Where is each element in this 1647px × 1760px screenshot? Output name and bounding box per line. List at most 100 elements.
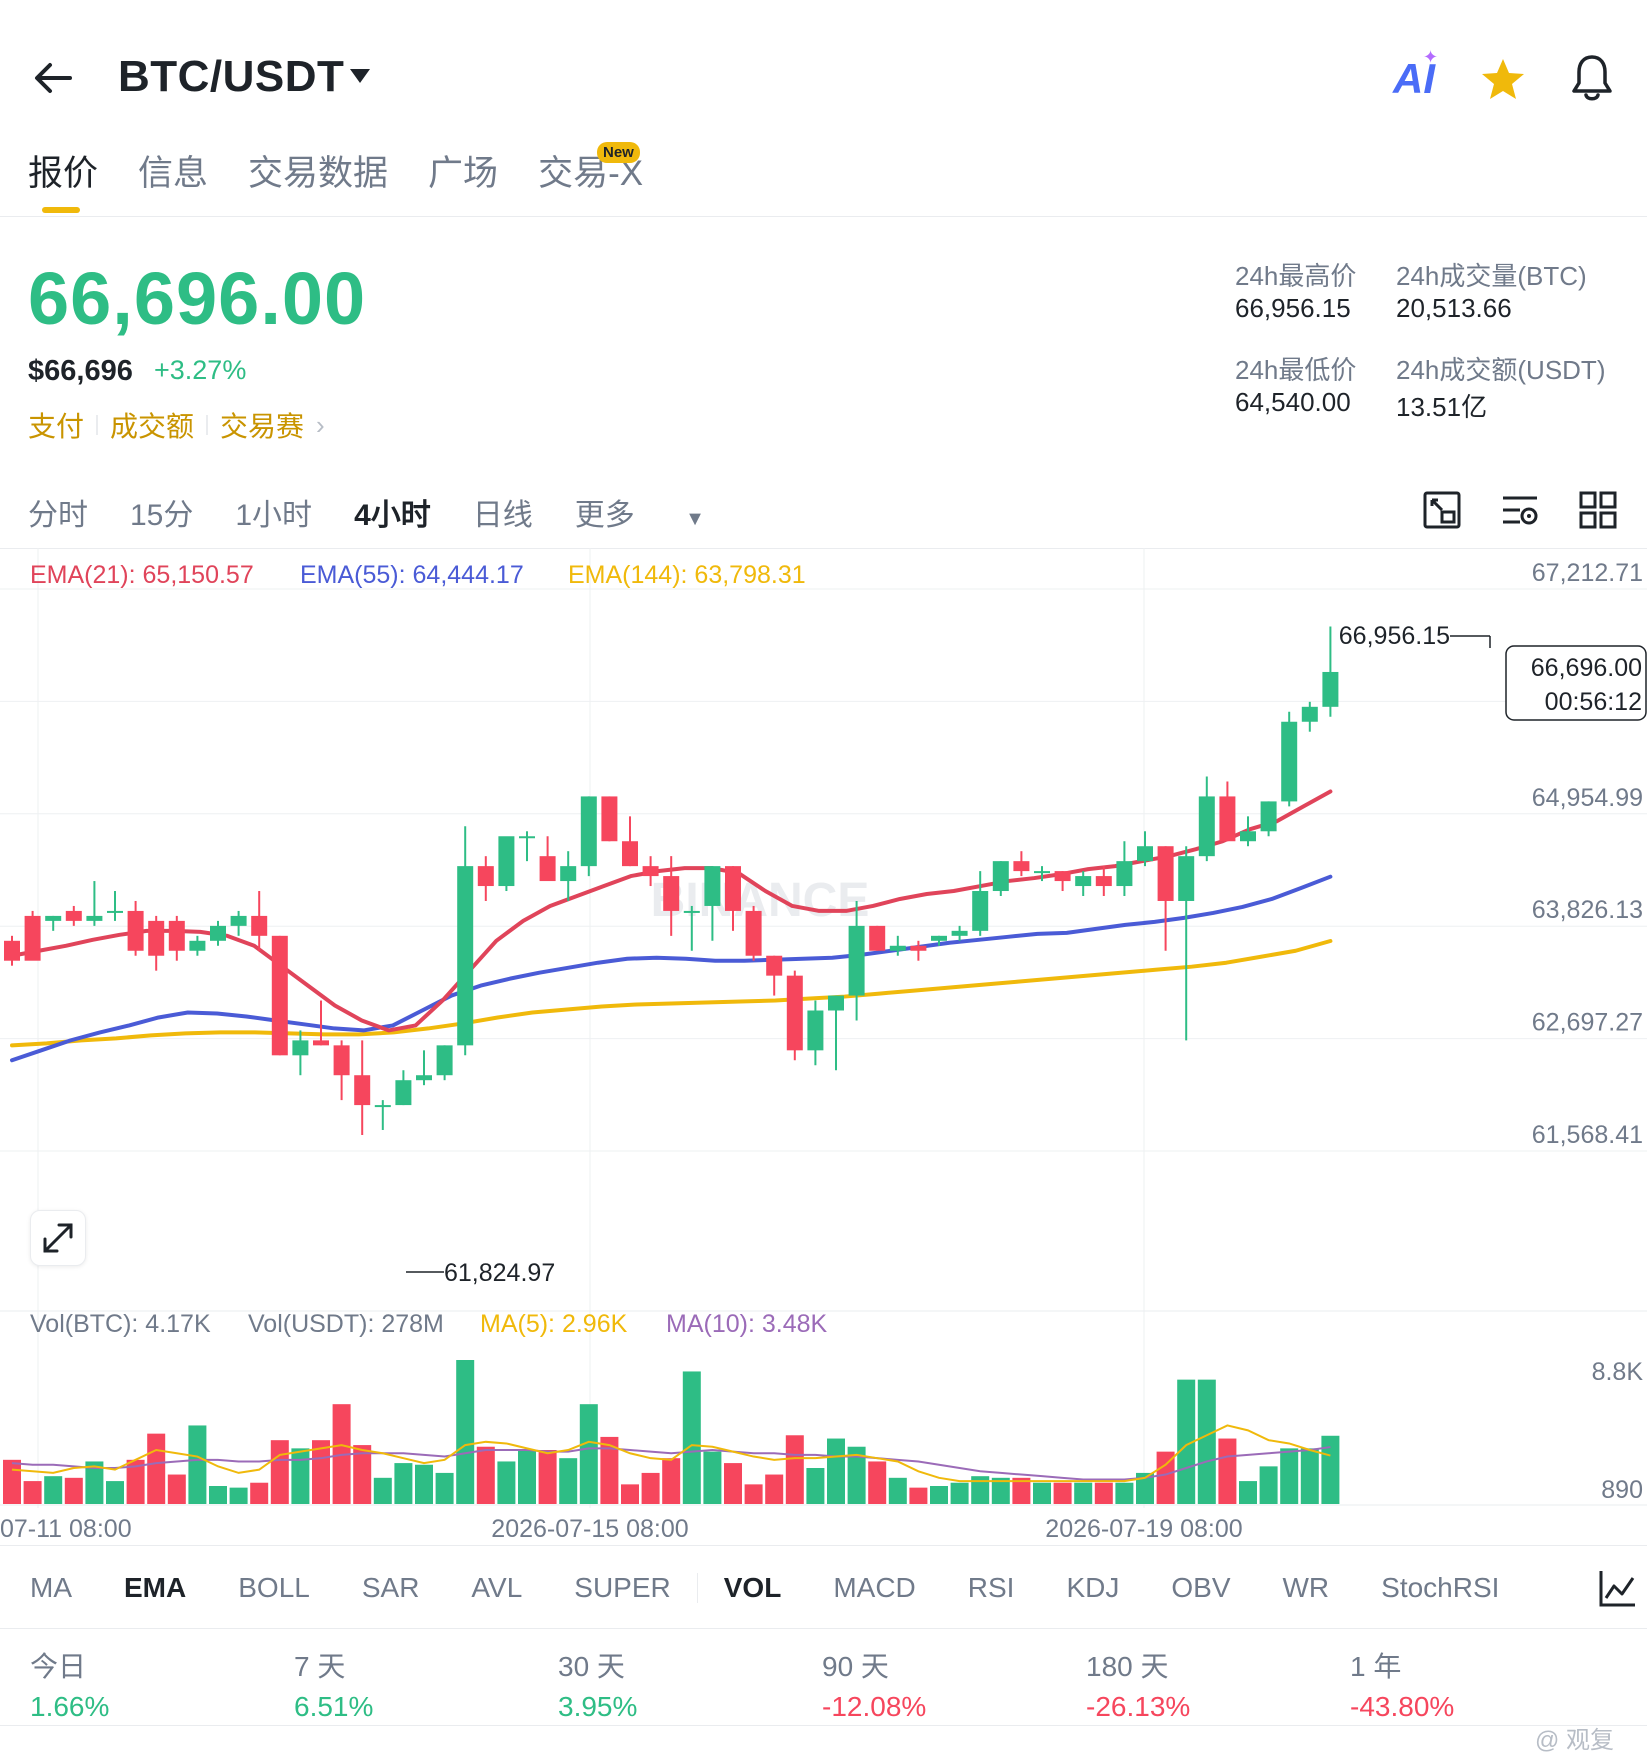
candle [477,866,494,887]
chart-style-icon[interactable] [1422,490,1462,530]
y-tick-label: 67,212.71 [1532,559,1643,587]
link-volume[interactable]: 成交额 [110,405,194,445]
indicator-sar[interactable]: SAR [362,1572,420,1604]
link-pay[interactable]: 支付 [28,405,84,445]
chart-grid [0,548,1647,1508]
y-tick-label: 61,568.41 [1532,1121,1643,1149]
stat-high-value: 66,956.15 [1235,293,1351,323]
indicator-kdj[interactable]: KDJ [1066,1572,1119,1604]
candle [766,955,783,976]
star-icon[interactable] [1480,56,1526,102]
candle [601,796,618,842]
divider [0,1725,1647,1726]
bell-icon[interactable] [1569,52,1615,104]
interval-timeline[interactable]: 分时 [28,490,88,534]
volume-bar [1259,1466,1278,1504]
candle [1013,861,1030,872]
volume-bar [518,1450,536,1504]
volume-bar [1300,1448,1319,1504]
candle [786,975,803,1051]
candle [168,920,185,951]
footer-watermark: @ 观复 [1535,1727,1615,1754]
candle [951,930,968,936]
perf-30d: 30 天 3.95% [558,1651,638,1722]
vol-tick-label: 890 [1601,1476,1643,1504]
volume-bar [950,1482,969,1504]
candle [745,910,762,956]
indicator-vol[interactable]: VOL [724,1572,782,1604]
chevron-right-icon[interactable]: › [316,410,325,441]
indicator-rsi[interactable]: RSI [968,1572,1015,1604]
interval-1d[interactable]: 日线 [473,490,533,534]
y-tick-label: 63,826.13 [1532,896,1643,924]
candle [1260,801,1277,832]
volume-bar [1053,1482,1072,1504]
volume-bar [579,1404,598,1504]
candle [725,866,741,911]
fullscreen-expand-icon[interactable] [30,1210,86,1266]
candle [992,861,1009,892]
tab-quote[interactable]: 报价 [28,145,98,213]
candle [65,910,82,921]
x-axis-labels: 07-11 08:00 2026-07-15 08:00 2026-07-19 08… [0,1515,1243,1543]
interval-15m[interactable]: 15分 [130,490,193,534]
candle [148,920,165,956]
ai-icon[interactable]: AI ✦ [1393,47,1438,103]
chevron-down-icon[interactable] [348,66,372,86]
candle [416,1075,432,1081]
indicator-obv[interactable]: OBV [1171,1572,1230,1604]
candle [45,915,62,921]
indicator-wr[interactable]: WR [1283,1572,1330,1604]
perf-90d: 90 天 -12.08% [822,1651,927,1722]
candle [848,925,865,996]
candle [807,1010,824,1051]
candle [354,1075,371,1106]
candle [1178,856,1195,901]
indicator-chart-icon[interactable] [1598,1568,1638,1608]
current-price-label: 66,696.00 [1531,654,1642,682]
volume-bar [662,1458,681,1504]
interval-4h[interactable]: 4小时 [354,490,431,534]
candle [1054,871,1071,882]
y-tick-label: 62,697.27 [1532,1009,1643,1037]
countdown-label: 00:56:12 [1545,688,1642,716]
candle [230,915,247,926]
tab-square[interactable]: 广场 [428,145,498,196]
volume-bar [930,1486,948,1504]
divider [206,415,209,435]
candle [683,910,700,913]
legend-vol-btc: Vol(BTC): 4.17K [30,1310,211,1338]
quick-links: 支付 成交额 交易赛 › [28,405,325,445]
indicator-macd[interactable]: MACD [833,1572,915,1604]
volume-bar [641,1472,660,1504]
candle [1075,876,1092,887]
back-arrow-icon[interactable] [30,55,76,101]
candle [869,925,886,951]
indicator-super[interactable]: SUPER [574,1572,670,1604]
interval-1h[interactable]: 1小时 [235,490,312,534]
candle [374,1105,391,1108]
indicator-ma[interactable]: MA [30,1572,72,1604]
indicator-stochrsi[interactable]: StochRSI [1381,1572,1499,1604]
candle [580,796,597,867]
candle [210,925,226,941]
candle [251,915,268,936]
pair-title[interactable]: BTC/USDT [118,52,344,102]
interval-more[interactable]: 更多 ▼ [575,490,747,534]
indicator-boll[interactable]: BOLL [238,1572,310,1604]
volume-bar [724,1463,742,1504]
indicator-avl[interactable]: AVL [471,1572,522,1604]
volume-bar [1074,1482,1093,1504]
indicator-tabs: MA EMA BOLL SAR AVL SUPER VOL MACD RSI K… [30,1572,1551,1604]
grid-layout-icon[interactable] [1578,490,1618,530]
candle [519,836,535,839]
high-marker: 66,956.15 [1339,622,1491,650]
price-chart[interactable]: BINANCE 67,212.7166,083.8564,954.9963,82… [0,548,1647,1548]
link-competition[interactable]: 交易赛 [220,405,304,445]
candle [1157,846,1174,901]
tab-trading-data[interactable]: 交易数据 [248,145,388,196]
indicator-ema[interactable]: EMA [124,1572,186,1604]
tab-info[interactable]: 信息 [138,145,208,196]
candle [622,841,638,867]
indicator-settings-icon[interactable] [1500,490,1540,530]
